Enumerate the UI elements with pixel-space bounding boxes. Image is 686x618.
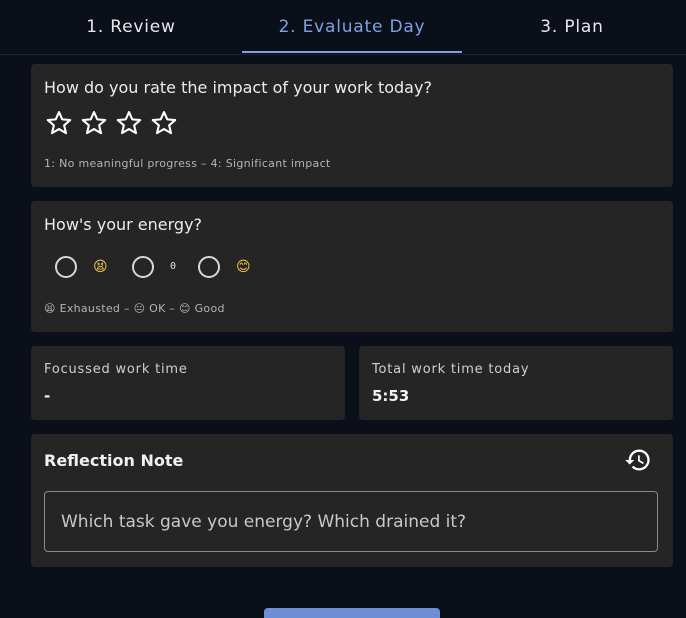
total-time-label: Total work time today bbox=[372, 362, 530, 377]
focused-time-value: - bbox=[44, 387, 51, 405]
star-icon-3[interactable] bbox=[115, 109, 143, 137]
reflection-note-input[interactable] bbox=[44, 491, 658, 552]
tab-plan[interactable]: 3. Plan bbox=[462, 0, 682, 53]
energy-question: How's your energy? bbox=[44, 215, 203, 234]
impact-question: How do you rate the impact of your work … bbox=[44, 78, 432, 97]
ok-emoji-icon: 0 bbox=[170, 261, 177, 272]
impact-hint: 1: No meaningful progress – 4: Significa… bbox=[44, 157, 331, 170]
focused-time-label: Focussed work time bbox=[44, 362, 188, 377]
star-icon-1[interactable] bbox=[45, 109, 73, 137]
star-icon-4[interactable] bbox=[150, 109, 178, 137]
focused-time-card bbox=[31, 346, 345, 420]
history-icon[interactable] bbox=[624, 446, 652, 474]
total-time-value: 5:53 bbox=[372, 387, 410, 405]
star-icon-2[interactable] bbox=[80, 109, 108, 137]
tab-evaluate-day[interactable]: 2. Evaluate Day bbox=[242, 0, 462, 53]
good-emoji-icon: 😊 bbox=[236, 259, 251, 275]
tab-review[interactable]: 1. Review bbox=[21, 0, 241, 53]
energy-hint: 😫 Exhausted – 😐 OK – 😊 Good bbox=[44, 302, 225, 315]
exhausted-emoji-icon: 😫 bbox=[93, 259, 108, 275]
next-button[interactable] bbox=[264, 608, 440, 618]
energy-radio-exhausted[interactable] bbox=[55, 256, 77, 278]
stepper-tabs: 1. Review 2. Evaluate Day 3. Plan bbox=[0, 0, 686, 55]
active-tab-indicator bbox=[242, 51, 462, 53]
energy-radio-good[interactable] bbox=[198, 256, 220, 278]
energy-radio-ok[interactable] bbox=[132, 256, 154, 278]
reflection-title: Reflection Note bbox=[44, 451, 184, 470]
total-time-card bbox=[359, 346, 673, 420]
